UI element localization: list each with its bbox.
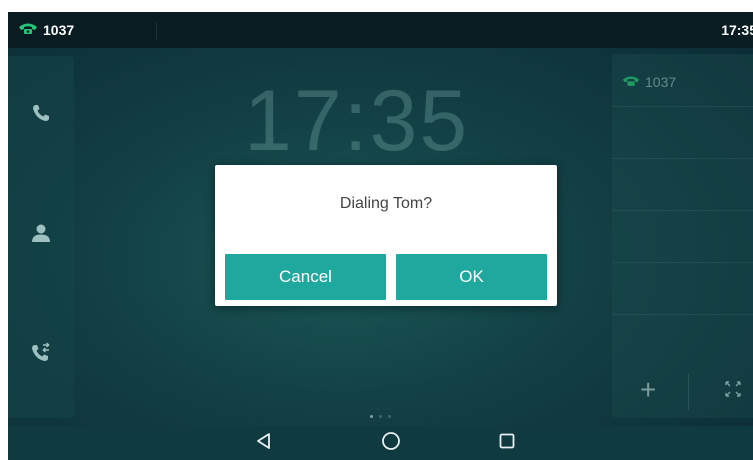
panel-divider xyxy=(612,106,753,107)
page-dot xyxy=(379,415,382,418)
navigation-bar xyxy=(8,426,753,460)
expand-icon xyxy=(724,381,742,402)
left-rail xyxy=(8,56,74,418)
home-icon xyxy=(381,431,401,456)
add-button[interactable]: + xyxy=(640,376,656,404)
status-account[interactable]: 1037 xyxy=(18,21,74,38)
status-divider xyxy=(156,22,157,40)
ok-button[interactable]: OK xyxy=(396,254,547,300)
dialog-message: Dialing Tom? xyxy=(339,195,433,212)
rail-contacts-button[interactable] xyxy=(24,218,58,252)
rail-history-button[interactable] xyxy=(24,338,58,372)
panel-divider xyxy=(612,210,753,211)
contact-icon xyxy=(30,222,52,249)
phone-screen: 1037 17:35 xyxy=(8,12,753,460)
phone-line-icon xyxy=(622,74,640,90)
confirm-dial-dialog: Dialing Tom? Cancel OK xyxy=(215,165,557,306)
back-button[interactable] xyxy=(251,430,277,456)
status-account-label: 1037 xyxy=(43,21,75,38)
back-icon xyxy=(255,432,273,455)
recents-button[interactable] xyxy=(494,430,520,456)
right-panel-account-label: 1037 xyxy=(645,74,677,90)
status-bar: 1037 17:35 xyxy=(8,12,753,48)
rail-phone-button[interactable] xyxy=(24,98,58,132)
plus-icon: + xyxy=(640,374,657,405)
panel-button-divider xyxy=(688,374,689,410)
panel-divider xyxy=(612,314,753,315)
panel-divider xyxy=(612,158,753,159)
home-button[interactable] xyxy=(378,430,404,456)
idle-clock: 17:35 xyxy=(244,73,470,169)
panel-divider xyxy=(612,262,753,263)
phone-icon xyxy=(31,103,51,128)
right-panel-account[interactable]: 1037 xyxy=(622,74,676,90)
page-dot xyxy=(370,415,373,418)
page-dot xyxy=(388,415,391,418)
status-time: 17:35 xyxy=(721,22,753,38)
call-history-icon xyxy=(30,341,52,369)
recents-icon xyxy=(498,432,516,455)
expand-button[interactable] xyxy=(724,380,742,398)
cancel-button[interactable]: Cancel xyxy=(225,254,386,300)
phone-line-icon xyxy=(18,21,38,38)
page-indicator xyxy=(370,415,391,418)
right-panel: 1037 + xyxy=(612,54,753,418)
